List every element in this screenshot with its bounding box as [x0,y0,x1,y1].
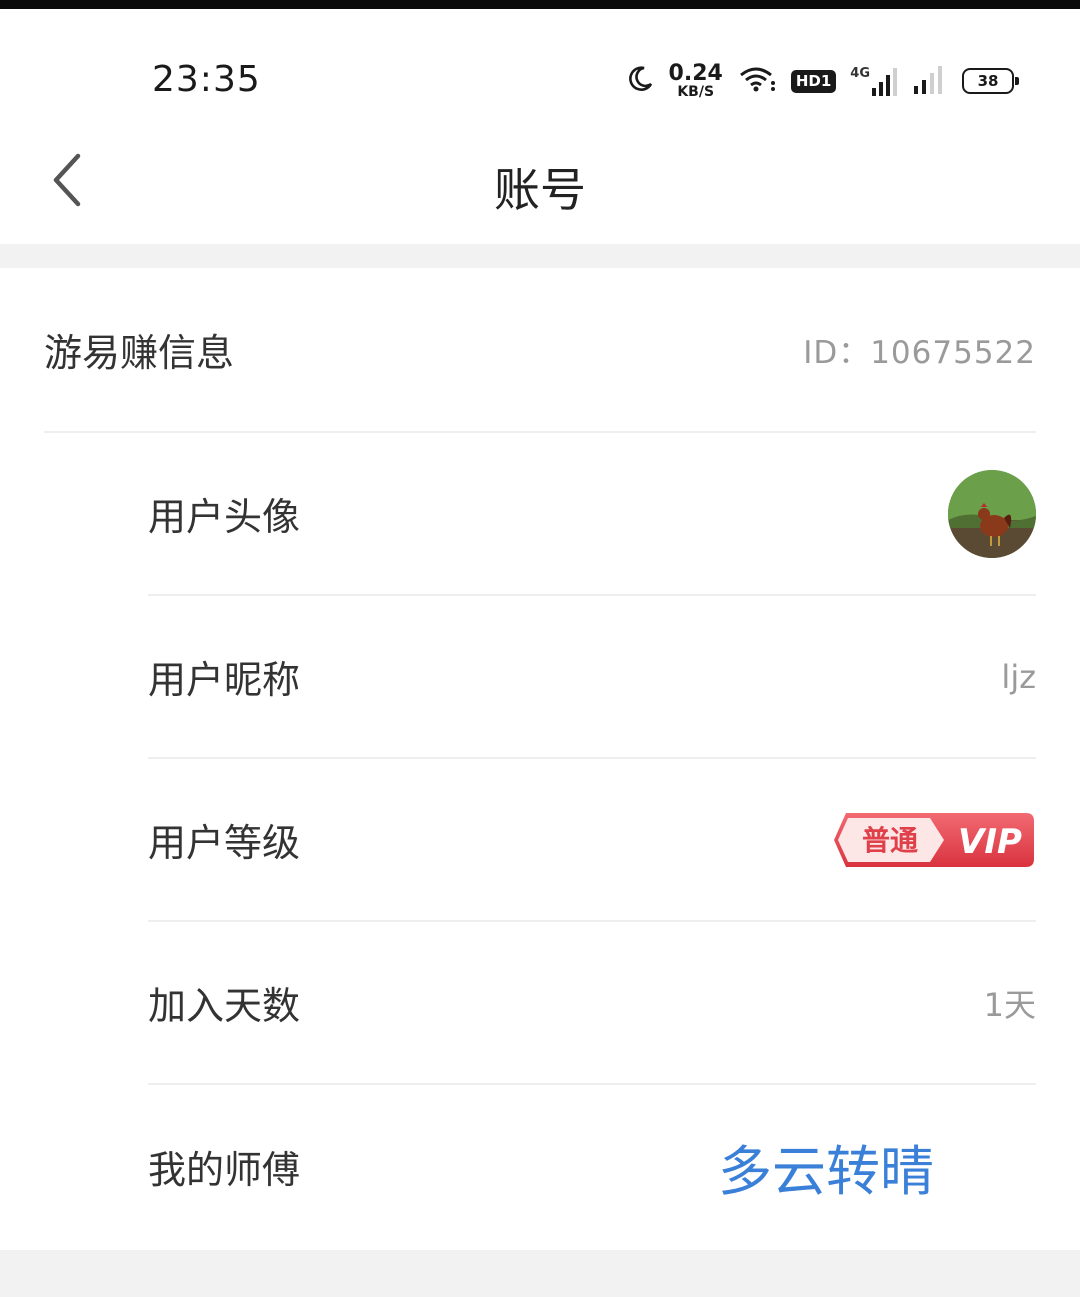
vip-badge: 普通 VIP [832,812,1036,868]
status-bar: 23:35 0.24 KB/S HD1 4G 38 [0,9,1080,120]
net-speed-value: 0.24 [668,61,723,86]
join-days-value: 1天 [983,985,1036,1024]
status-time: 23:35 [152,59,261,100]
vip-badge-graphic: 普通 VIP [834,812,1034,867]
signal-4g-icon: 4G [850,66,898,96]
battery-icon: 38 [962,68,1019,94]
row-master[interactable]: 我的师傅 多云转晴 [148,1085,1036,1248]
row-label: 加入天数 [148,984,301,1028]
vip-tag-text: VIP [958,822,1022,862]
row-join-days[interactable]: 加入天数 1天 [148,922,1036,1085]
wifi-icon [737,64,777,98]
row-label: 用户昵称 [148,658,301,702]
page-title: 账号 [494,163,586,217]
status-icons: 0.24 KB/S HD1 4G 38 [625,61,1019,101]
account-card: 游易赚信息 ID：10675522 用户头像 用户昵称 ljz 用户等级 普通 … [0,268,1080,1250]
master-value: 多云转晴 [718,1140,934,1203]
divider-band [0,244,1080,268]
hd-badge: HD1 [790,69,837,93]
section-header: 游易赚信息 ID：10675522 [44,268,1036,431]
row-label: 我的师傅 [148,1148,301,1192]
row-level[interactable]: 用户等级 普通 VIP [148,759,1036,922]
nickname-value: ljz [1001,657,1036,696]
net-speed: 0.24 KB/S [668,61,723,100]
nav-bar: 账号 [0,120,1080,244]
signal-icon [912,64,948,98]
row-label: 用户等级 [148,821,301,865]
section-title: 游易赚信息 [44,331,235,375]
bottom-band [0,1250,1080,1297]
row-avatar[interactable]: 用户头像 [148,433,1036,596]
net-speed-unit: KB/S [677,84,715,100]
network-type-label: 4G [850,66,870,81]
avatar[interactable] [948,469,1036,558]
moon-icon [625,64,655,98]
vip-level-text: 普通 [862,824,918,857]
row-nickname[interactable]: 用户昵称 ljz [148,596,1036,759]
top-strip [0,0,1080,9]
user-id: ID：10675522 [803,335,1036,371]
row-label: 用户头像 [148,495,301,539]
